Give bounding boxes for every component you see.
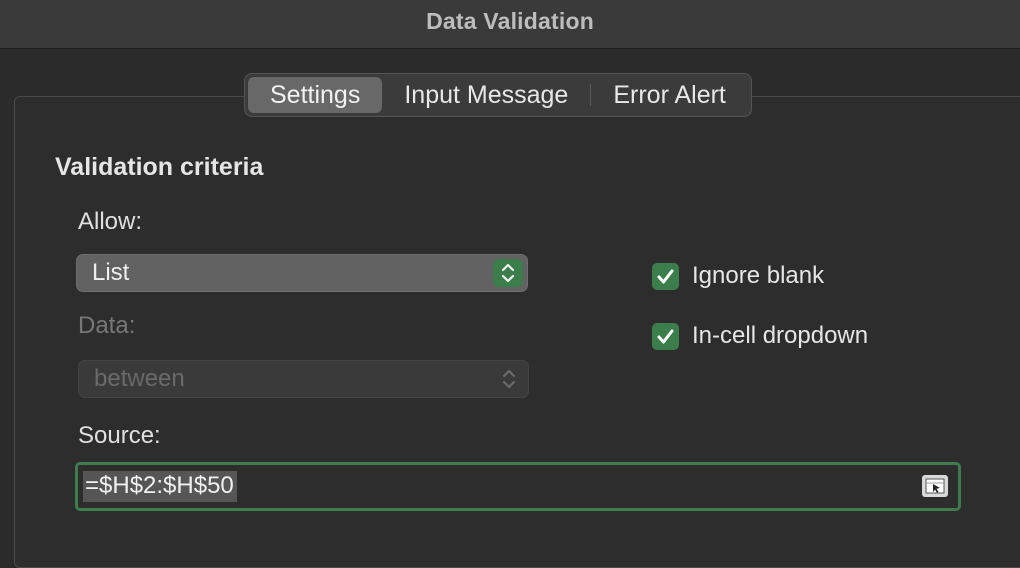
tab-input-message[interactable]: Input Message [382, 77, 590, 113]
in-cell-dropdown-checkbox[interactable] [652, 322, 679, 350]
checkmark-icon [657, 329, 674, 343]
up-down-chevrons-icon [493, 259, 523, 287]
tab-bar: Settings Input Message Error Alert [244, 73, 752, 117]
allow-select[interactable]: List [76, 254, 528, 292]
ignore-blank-option[interactable]: Ignore blank [652, 262, 824, 290]
tab-error-alert[interactable]: Error Alert [591, 77, 748, 113]
window-title: Data Validation [426, 7, 594, 34]
in-cell-dropdown-option[interactable]: In-cell dropdown [652, 322, 868, 350]
allow-select-value: List [92, 259, 130, 286]
section-title: Validation criteria [55, 153, 264, 181]
in-cell-dropdown-label: In-cell dropdown [692, 322, 869, 349]
source-label: Source: [78, 422, 161, 449]
data-select-value: between [94, 365, 185, 392]
ignore-blank-label: Ignore blank [692, 262, 825, 289]
title-bar: Data Validation [0, 0, 1020, 49]
allow-label: Allow: [78, 208, 143, 235]
up-down-chevrons-icon [494, 365, 524, 393]
collapse-dialog-icon[interactable] [922, 475, 948, 497]
ignore-blank-checkbox[interactable] [652, 262, 679, 290]
source-input-value: =$H$2:$H$50 [83, 471, 237, 502]
checkmark-icon [657, 269, 674, 283]
tab-settings[interactable]: Settings [248, 77, 383, 113]
data-label: Data: [78, 312, 136, 339]
source-input[interactable]: =$H$2:$H$50 [75, 462, 961, 511]
data-select: between [78, 360, 529, 398]
